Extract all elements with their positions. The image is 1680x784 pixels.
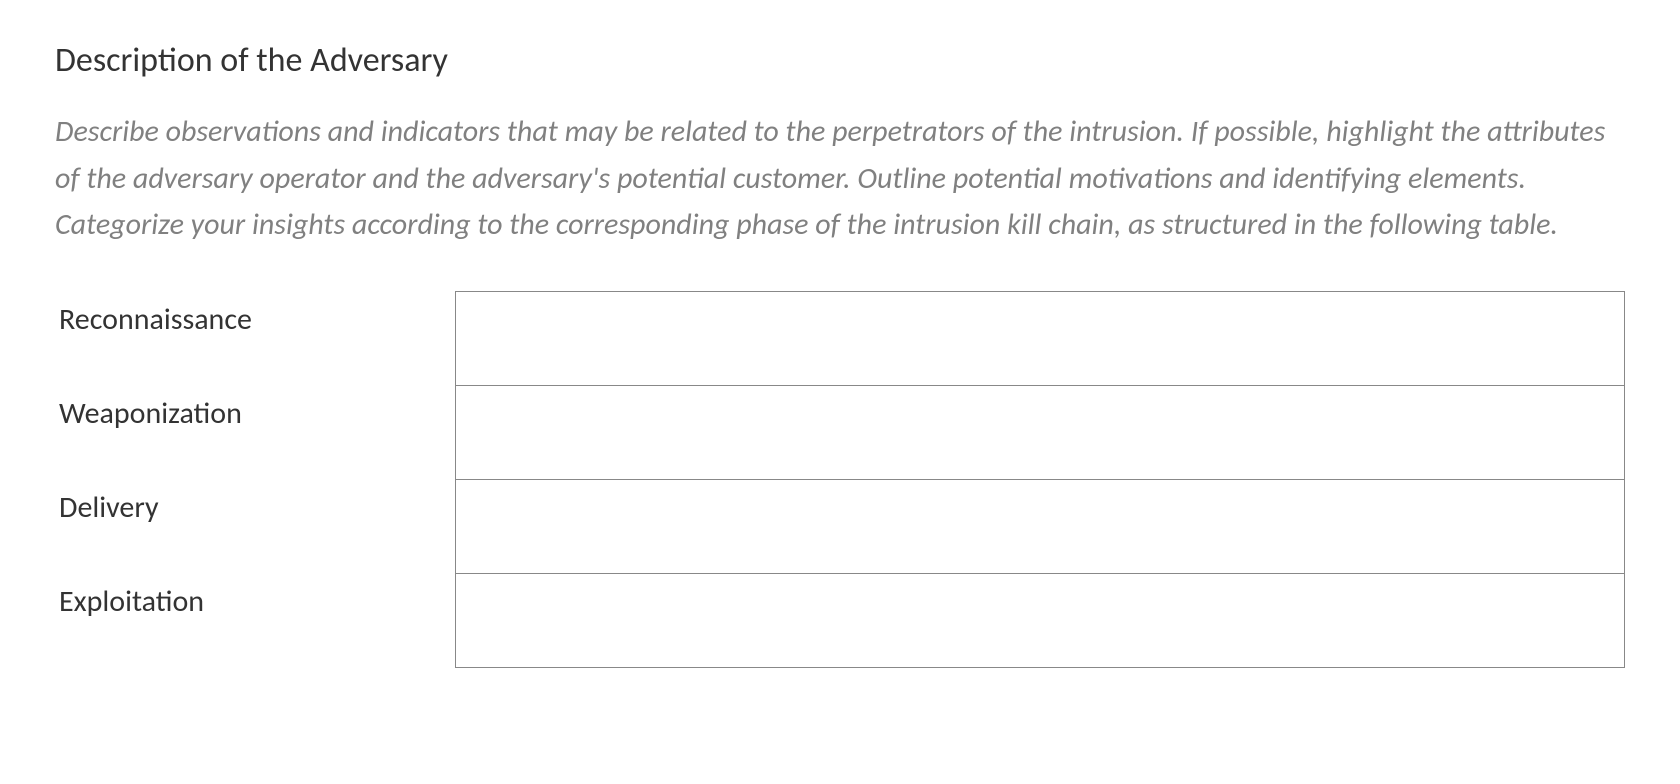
exploitation-input[interactable] <box>456 574 1625 662</box>
row-input-cell <box>455 479 1625 573</box>
table-row: Delivery <box>55 479 1625 573</box>
kill-chain-table: Reconnaissance Weaponization Delivery Ex… <box>55 291 1625 668</box>
reconnaissance-input[interactable] <box>456 292 1625 380</box>
table-row: Exploitation <box>55 573 1625 667</box>
row-label-weaponization: Weaponization <box>55 385 455 479</box>
row-label-exploitation: Exploitation <box>55 573 455 667</box>
row-label-delivery: Delivery <box>55 479 455 573</box>
section-description: Describe observations and indicators tha… <box>55 109 1625 249</box>
weaponization-input[interactable] <box>456 386 1625 474</box>
delivery-input[interactable] <box>456 480 1625 568</box>
table-row: Weaponization <box>55 385 1625 479</box>
row-input-cell <box>455 385 1625 479</box>
row-input-cell <box>455 573 1625 667</box>
table-row: Reconnaissance <box>55 291 1625 385</box>
row-input-cell <box>455 291 1625 385</box>
row-label-reconnaissance: Reconnaissance <box>55 291 455 385</box>
section-heading: Description of the Adversary <box>55 40 1625 81</box>
